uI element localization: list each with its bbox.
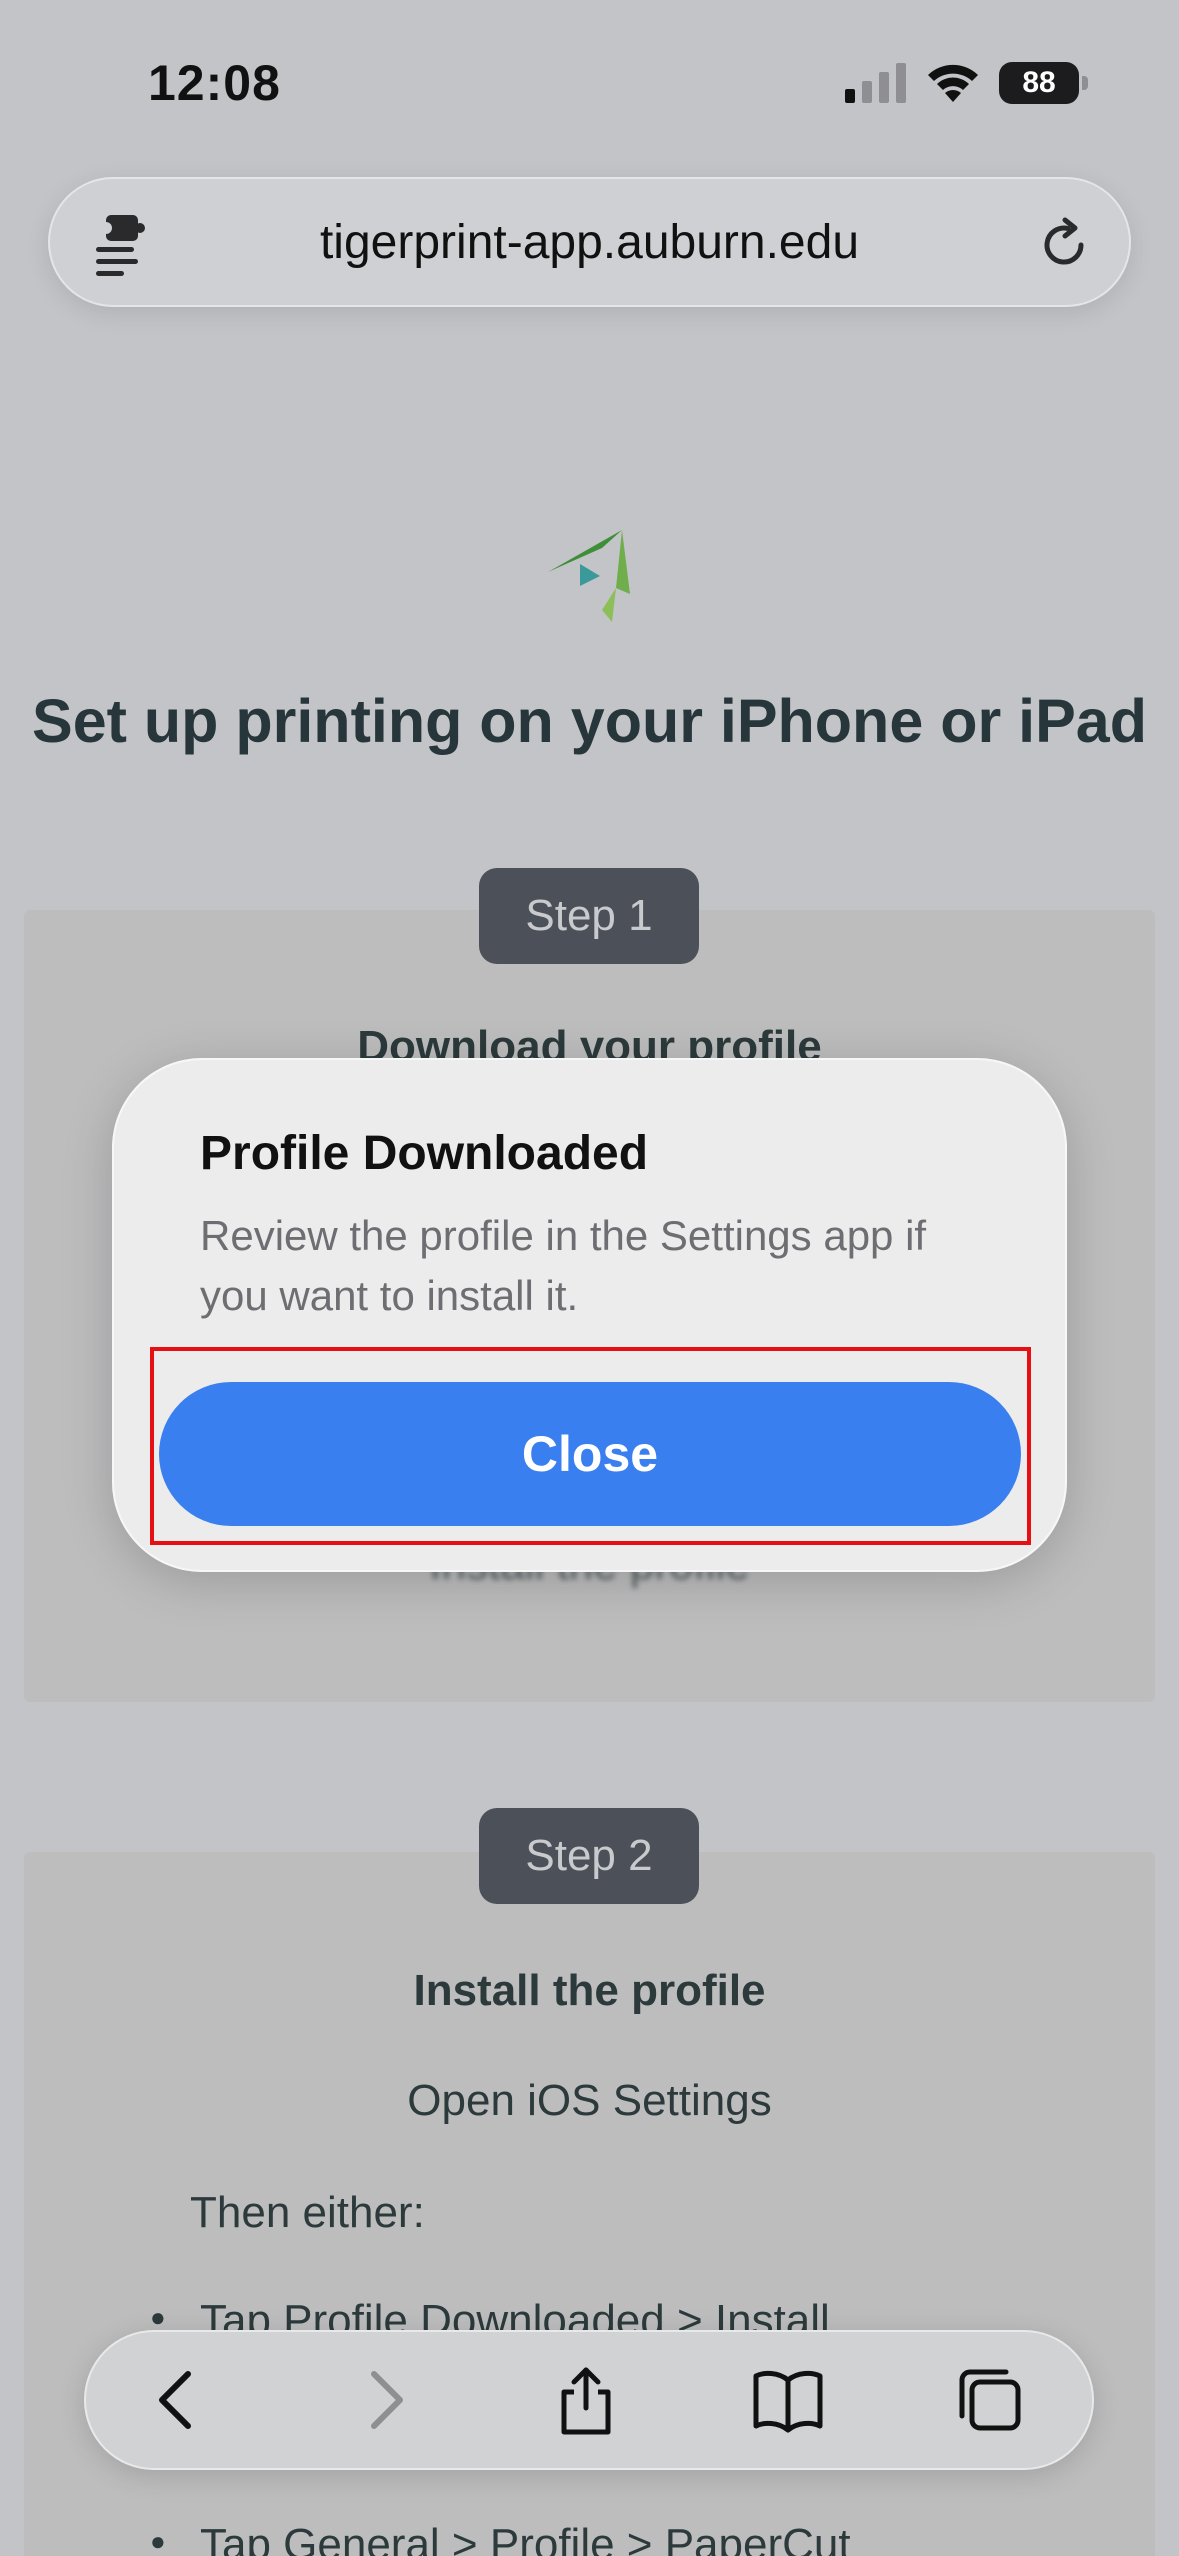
address-bar[interactable]: tigerprint-app.auburn.edu	[48, 177, 1131, 307]
step2-heading: Install the profile	[413, 1966, 766, 2015]
battery-indicator: 88	[999, 62, 1088, 104]
bookmarks-icon[interactable]	[752, 2364, 824, 2436]
back-chevron-icon[interactable]	[142, 2364, 214, 2436]
status-bar: 12:08 88	[0, 0, 1179, 170]
tabs-icon[interactable]	[954, 2364, 1026, 2436]
step2-line-open-settings: Open iOS Settings	[407, 2076, 772, 2125]
page-title: Set up printing on your iPhone or iPad	[32, 687, 1147, 755]
reload-icon[interactable]	[1035, 215, 1095, 275]
cellular-signal-icon	[845, 63, 906, 103]
forward-chevron-icon[interactable]	[348, 2364, 420, 2436]
close-button[interactable]: Close	[159, 1382, 1021, 1526]
profile-downloaded-dialog: Profile Downloaded Review the profile in…	[112, 1058, 1067, 1572]
wifi-icon	[928, 64, 978, 102]
dialog-title: Profile Downloaded	[200, 1127, 649, 1180]
dialog-message: Review the profile in the Settings app i…	[200, 1212, 927, 1319]
url-text[interactable]: tigerprint-app.auburn.edu	[48, 215, 1131, 270]
status-time: 12:08	[148, 55, 281, 111]
step2-badge: Step 2	[479, 1808, 699, 1904]
step2-bullet-2: Tap General > Profile > PaperCut	[150, 2520, 851, 2556]
share-icon[interactable]	[550, 2364, 622, 2436]
step2-line-then-either: Then either:	[190, 2188, 425, 2237]
status-icons: 88	[845, 62, 1088, 104]
safari-toolbar	[84, 2330, 1094, 2470]
papercut-logo-icon	[548, 530, 630, 622]
step1-badge: Step 1	[479, 868, 699, 964]
